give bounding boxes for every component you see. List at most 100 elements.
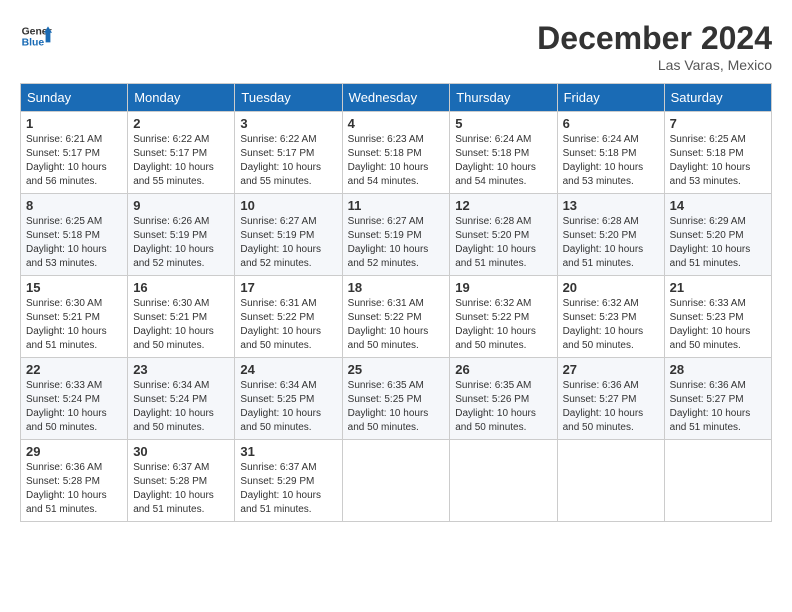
day-number: 19: [455, 280, 551, 295]
day-info: Sunrise: 6:35 AM Sunset: 5:26 PM Dayligh…: [455, 379, 551, 435]
day-info: Sunrise: 6:30 AM Sunset: 5:21 PM Dayligh…: [133, 297, 229, 353]
calendar-cell: [342, 440, 450, 522]
day-number: 5: [455, 116, 551, 131]
calendar-cell: [557, 440, 664, 522]
day-number: 23: [133, 362, 229, 377]
day-info: Sunrise: 6:22 AM Sunset: 5:17 PM Dayligh…: [240, 133, 336, 189]
calendar-cell: 25 Sunrise: 6:35 AM Sunset: 5:25 PM Dayl…: [342, 358, 450, 440]
calendar-cell: 27 Sunrise: 6:36 AM Sunset: 5:27 PM Dayl…: [557, 358, 664, 440]
day-info: Sunrise: 6:22 AM Sunset: 5:17 PM Dayligh…: [133, 133, 229, 189]
day-info: Sunrise: 6:36 AM Sunset: 5:28 PM Dayligh…: [26, 461, 122, 517]
calendar-table: SundayMondayTuesdayWednesdayThursdayFrid…: [20, 83, 772, 522]
day-info: Sunrise: 6:28 AM Sunset: 5:20 PM Dayligh…: [563, 215, 659, 271]
day-number: 7: [670, 116, 766, 131]
calendar-cell: 26 Sunrise: 6:35 AM Sunset: 5:26 PM Dayl…: [450, 358, 557, 440]
day-info: Sunrise: 6:24 AM Sunset: 5:18 PM Dayligh…: [455, 133, 551, 189]
day-number: 22: [26, 362, 122, 377]
calendar-week-2: 8 Sunrise: 6:25 AM Sunset: 5:18 PM Dayli…: [21, 194, 772, 276]
calendar-week-4: 22 Sunrise: 6:33 AM Sunset: 5:24 PM Dayl…: [21, 358, 772, 440]
calendar-cell: 23 Sunrise: 6:34 AM Sunset: 5:24 PM Dayl…: [128, 358, 235, 440]
calendar-cell: 30 Sunrise: 6:37 AM Sunset: 5:28 PM Dayl…: [128, 440, 235, 522]
day-number: 17: [240, 280, 336, 295]
calendar-cell: [664, 440, 771, 522]
calendar-cell: 28 Sunrise: 6:36 AM Sunset: 5:27 PM Dayl…: [664, 358, 771, 440]
day-number: 2: [133, 116, 229, 131]
day-info: Sunrise: 6:37 AM Sunset: 5:29 PM Dayligh…: [240, 461, 336, 517]
day-info: Sunrise: 6:23 AM Sunset: 5:18 PM Dayligh…: [348, 133, 445, 189]
day-info: Sunrise: 6:31 AM Sunset: 5:22 PM Dayligh…: [240, 297, 336, 353]
page-header: General Blue December 2024 Las Varas, Me…: [20, 20, 772, 73]
day-number: 1: [26, 116, 122, 131]
calendar-cell: 29 Sunrise: 6:36 AM Sunset: 5:28 PM Dayl…: [21, 440, 128, 522]
day-number: 16: [133, 280, 229, 295]
day-info: Sunrise: 6:34 AM Sunset: 5:25 PM Dayligh…: [240, 379, 336, 435]
logo-icon: General Blue: [20, 20, 52, 52]
day-info: Sunrise: 6:33 AM Sunset: 5:24 PM Dayligh…: [26, 379, 122, 435]
calendar-cell: 17 Sunrise: 6:31 AM Sunset: 5:22 PM Dayl…: [235, 276, 342, 358]
calendar-cell: 6 Sunrise: 6:24 AM Sunset: 5:18 PM Dayli…: [557, 112, 664, 194]
calendar-cell: 15 Sunrise: 6:30 AM Sunset: 5:21 PM Dayl…: [21, 276, 128, 358]
day-info: Sunrise: 6:29 AM Sunset: 5:20 PM Dayligh…: [670, 215, 766, 271]
calendar-cell: 19 Sunrise: 6:32 AM Sunset: 5:22 PM Dayl…: [450, 276, 557, 358]
day-info: Sunrise: 6:27 AM Sunset: 5:19 PM Dayligh…: [240, 215, 336, 271]
day-number: 21: [670, 280, 766, 295]
day-info: Sunrise: 6:25 AM Sunset: 5:18 PM Dayligh…: [26, 215, 122, 271]
svg-text:Blue: Blue: [22, 38, 45, 49]
day-header-sunday: Sunday: [21, 84, 128, 112]
calendar-cell: 10 Sunrise: 6:27 AM Sunset: 5:19 PM Dayl…: [235, 194, 342, 276]
calendar-cell: 12 Sunrise: 6:28 AM Sunset: 5:20 PM Dayl…: [450, 194, 557, 276]
day-info: Sunrise: 6:33 AM Sunset: 5:23 PM Dayligh…: [670, 297, 766, 353]
day-info: Sunrise: 6:28 AM Sunset: 5:20 PM Dayligh…: [455, 215, 551, 271]
calendar-cell: 7 Sunrise: 6:25 AM Sunset: 5:18 PM Dayli…: [664, 112, 771, 194]
calendar-cell: 18 Sunrise: 6:31 AM Sunset: 5:22 PM Dayl…: [342, 276, 450, 358]
day-number: 13: [563, 198, 659, 213]
calendar-cell: 8 Sunrise: 6:25 AM Sunset: 5:18 PM Dayli…: [21, 194, 128, 276]
month-title: December 2024: [537, 20, 772, 57]
day-number: 29: [26, 444, 122, 459]
day-header-monday: Monday: [128, 84, 235, 112]
calendar-cell: 3 Sunrise: 6:22 AM Sunset: 5:17 PM Dayli…: [235, 112, 342, 194]
day-number: 31: [240, 444, 336, 459]
day-header-thursday: Thursday: [450, 84, 557, 112]
day-info: Sunrise: 6:32 AM Sunset: 5:23 PM Dayligh…: [563, 297, 659, 353]
calendar-cell: 5 Sunrise: 6:24 AM Sunset: 5:18 PM Dayli…: [450, 112, 557, 194]
day-number: 26: [455, 362, 551, 377]
day-info: Sunrise: 6:31 AM Sunset: 5:22 PM Dayligh…: [348, 297, 445, 353]
day-number: 8: [26, 198, 122, 213]
day-info: Sunrise: 6:32 AM Sunset: 5:22 PM Dayligh…: [455, 297, 551, 353]
title-block: December 2024 Las Varas, Mexico: [537, 20, 772, 73]
day-info: Sunrise: 6:36 AM Sunset: 5:27 PM Dayligh…: [670, 379, 766, 435]
calendar-cell: 11 Sunrise: 6:27 AM Sunset: 5:19 PM Dayl…: [342, 194, 450, 276]
day-number: 11: [348, 198, 445, 213]
day-number: 28: [670, 362, 766, 377]
day-number: 9: [133, 198, 229, 213]
day-header-wednesday: Wednesday: [342, 84, 450, 112]
day-number: 4: [348, 116, 445, 131]
day-info: Sunrise: 6:26 AM Sunset: 5:19 PM Dayligh…: [133, 215, 229, 271]
day-info: Sunrise: 6:21 AM Sunset: 5:17 PM Dayligh…: [26, 133, 122, 189]
calendar-cell: 31 Sunrise: 6:37 AM Sunset: 5:29 PM Dayl…: [235, 440, 342, 522]
day-number: 3: [240, 116, 336, 131]
day-info: Sunrise: 6:35 AM Sunset: 5:25 PM Dayligh…: [348, 379, 445, 435]
day-number: 24: [240, 362, 336, 377]
calendar-cell: 2 Sunrise: 6:22 AM Sunset: 5:17 PM Dayli…: [128, 112, 235, 194]
day-number: 27: [563, 362, 659, 377]
day-header-saturday: Saturday: [664, 84, 771, 112]
calendar-cell: 14 Sunrise: 6:29 AM Sunset: 5:20 PM Dayl…: [664, 194, 771, 276]
day-info: Sunrise: 6:34 AM Sunset: 5:24 PM Dayligh…: [133, 379, 229, 435]
day-number: 18: [348, 280, 445, 295]
day-number: 20: [563, 280, 659, 295]
day-info: Sunrise: 6:27 AM Sunset: 5:19 PM Dayligh…: [348, 215, 445, 271]
day-info: Sunrise: 6:37 AM Sunset: 5:28 PM Dayligh…: [133, 461, 229, 517]
calendar-cell: 21 Sunrise: 6:33 AM Sunset: 5:23 PM Dayl…: [664, 276, 771, 358]
calendar-week-5: 29 Sunrise: 6:36 AM Sunset: 5:28 PM Dayl…: [21, 440, 772, 522]
day-number: 30: [133, 444, 229, 459]
calendar-cell: [450, 440, 557, 522]
calendar-cell: 24 Sunrise: 6:34 AM Sunset: 5:25 PM Dayl…: [235, 358, 342, 440]
calendar-cell: 1 Sunrise: 6:21 AM Sunset: 5:17 PM Dayli…: [21, 112, 128, 194]
day-info: Sunrise: 6:30 AM Sunset: 5:21 PM Dayligh…: [26, 297, 122, 353]
day-number: 14: [670, 198, 766, 213]
day-number: 15: [26, 280, 122, 295]
calendar-header-row: SundayMondayTuesdayWednesdayThursdayFrid…: [21, 84, 772, 112]
location: Las Varas, Mexico: [537, 57, 772, 73]
